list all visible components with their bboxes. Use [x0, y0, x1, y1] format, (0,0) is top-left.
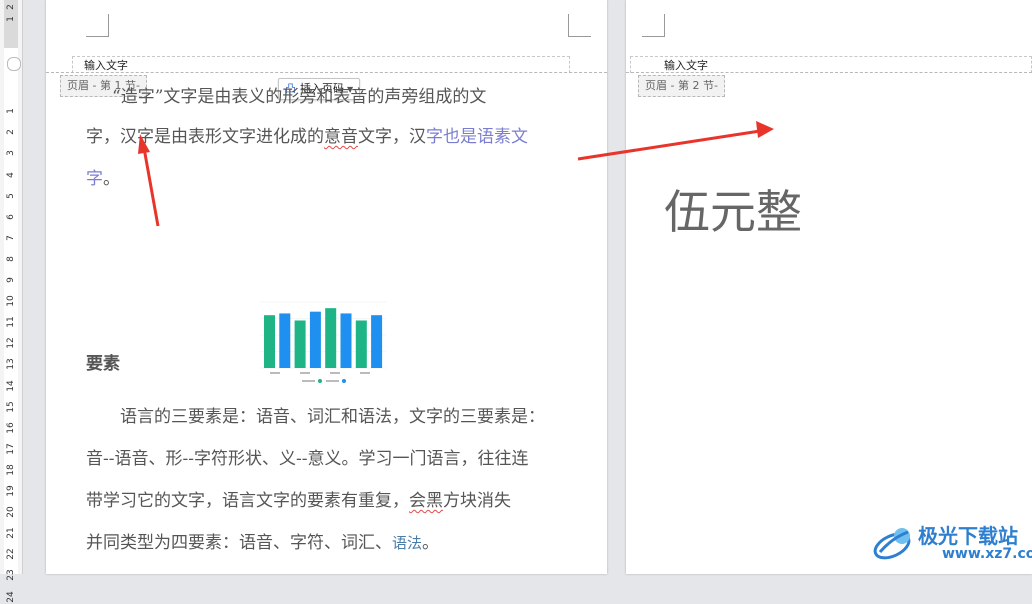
watermark-url: www.xz7.com — [942, 546, 1032, 562]
ruler-number: 24 — [6, 590, 16, 603]
arrow-icon — [138, 134, 160, 227]
site-watermark: 极光下载站 www.xz7.com — [872, 520, 1032, 566]
annotation-arrows — [138, 121, 774, 227]
watermark-title: 极光下载站 — [918, 524, 1018, 548]
aurora-logo-icon — [873, 528, 911, 560]
arrow-icon — [577, 121, 774, 161]
